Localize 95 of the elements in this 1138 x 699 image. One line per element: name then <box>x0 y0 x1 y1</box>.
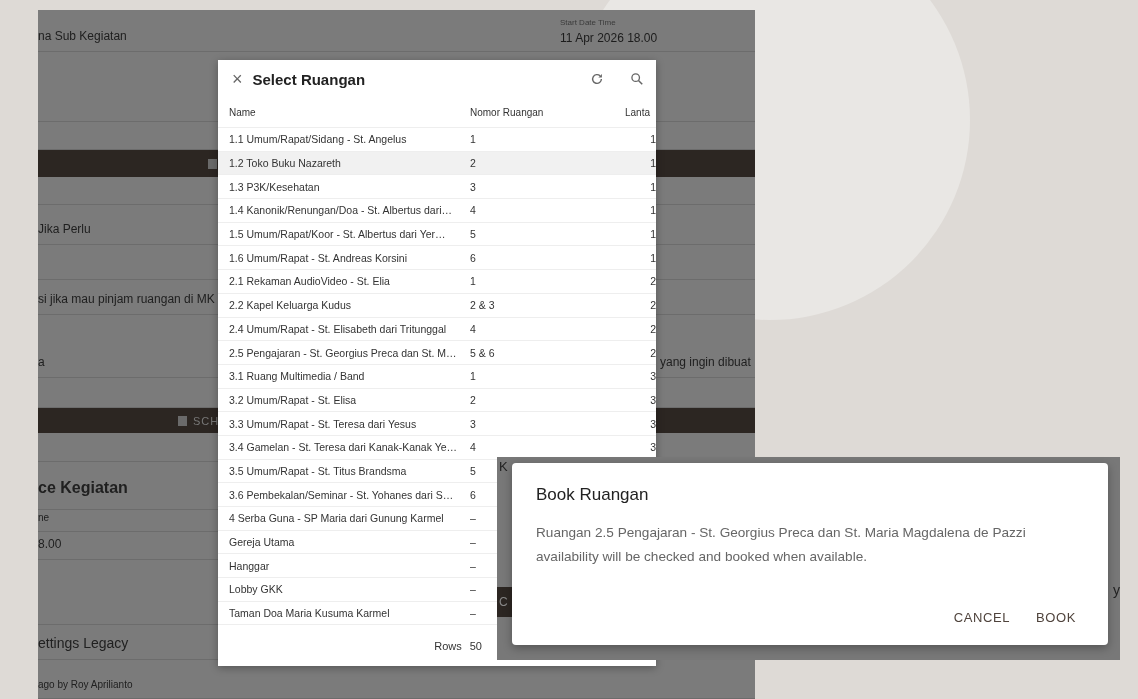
room-number: – <box>470 512 476 525</box>
field-text: Jika Perlu <box>38 222 91 236</box>
room-name: 2.5 Pengajaran - St. Georgius Preca dan St. M… <box>229 346 457 359</box>
room-number: 4 <box>470 322 476 335</box>
room-number: 5 <box>470 228 476 241</box>
table-row[interactable]: 1.2 Toko Buku Nazareth 2 1 <box>218 151 656 176</box>
room-number: – <box>470 536 476 549</box>
room-number: 2 & 3 <box>470 299 495 312</box>
rows-label: Rows <box>434 639 462 652</box>
room-number: 3 <box>470 180 476 193</box>
room-number: 1 <box>470 275 476 288</box>
table-row[interactable]: 2.4 Umum/Rapat - St. Elisabeth dari Tritunggal 4 2 <box>218 317 656 342</box>
room-name: 1.5 Umum/Rapat/Koor - St. Albertus dari Yer… <box>229 228 446 241</box>
table-row[interactable]: 1.3 P3K/Kesehatan 3 1 <box>218 175 656 200</box>
refresh-icon[interactable] <box>590 72 604 86</box>
floor-number: 3 <box>649 370 656 383</box>
room-number: 2 <box>470 393 476 406</box>
floor-number: 3 <box>649 441 656 454</box>
table-row[interactable]: 1.5 Umum/Rapat/Koor - St. Albertus dari Yer… 5 1 <box>218 222 656 247</box>
room-name: 1.2 Toko Buku Nazareth <box>229 157 341 170</box>
room-name: 4 Serba Guna - SP Maria dari Gunung Karmel <box>229 512 444 525</box>
room-name: 3.6 Pembekalan/Seminar - St. Yohanes dari S… <box>229 488 454 501</box>
column-header: Name <box>229 107 257 118</box>
floor-number: 1 <box>649 133 656 146</box>
field-text: K <box>499 459 508 474</box>
room-name: Lobby GKK <box>229 583 283 596</box>
field-text: ettings Legacy <box>38 635 129 651</box>
field-text: si jika mau pinjam ruangan di MK <box>38 292 215 306</box>
table-row[interactable]: 3.3 Umum/Rapat - St. Teresa dari Yesus 3 3 <box>218 412 656 436</box>
field-value: 11 Apr 2026 18.00 <box>560 31 658 45</box>
room-name: 3.2 Umum/Rapat - St. Elisa <box>229 393 357 406</box>
room-name: 1.3 P3K/Kesehatan <box>229 180 320 193</box>
action-bar-label: SCH <box>193 414 220 427</box>
room-number: 5 <box>470 464 476 477</box>
room-name: Hanggar <box>229 559 270 572</box>
room-name: 1.6 Umum/Rapat - St. Andreas Korsini <box>229 251 407 264</box>
floor-number: 2 <box>649 346 656 359</box>
room-number: – <box>470 559 476 572</box>
table-row[interactable]: 1.1 Umum/Rapat/Sidang - St. Angelus 1 1 <box>218 128 656 152</box>
floor-number: 2 <box>649 322 656 335</box>
room-number: 2 <box>470 157 476 170</box>
table-row[interactable]: 3.1 Ruang Multimedia / Band 1 3 <box>218 364 656 389</box>
room-name: 3.3 Umum/Rapat - St. Teresa dari Yesus <box>229 417 417 430</box>
floor-number: 1 <box>649 180 656 193</box>
table-row[interactable]: 2.2 Kapel Keluarga Kudus 2 & 3 2 <box>218 293 656 318</box>
floor-number: 1 <box>649 157 656 170</box>
room-number: 4 <box>470 441 476 454</box>
room-name: 3.1 Ruang Multimedia / Band <box>229 370 365 383</box>
floor-number: 1 <box>649 251 656 264</box>
dialog-button[interactable]: CANCEL <box>945 604 1019 631</box>
table-row[interactable]: 1.6 Umum/Rapat - St. Andreas Korsini 6 1 <box>218 246 656 271</box>
floor-number: 2 <box>649 275 656 288</box>
floor-number: 3 <box>649 393 656 406</box>
floor-number: 2 <box>649 299 656 312</box>
room-name: 2.4 Umum/Rapat - St. Elisabeth dari Tritunggal <box>229 322 447 335</box>
dialog-button[interactable]: BOOK <box>1028 604 1084 631</box>
dialog-title: Book Ruangan <box>536 485 650 505</box>
close-button[interactable]: × <box>232 70 243 88</box>
room-name: 1.4 Kanonik/Renungan/Doa - St. Albertus dari… <box>229 204 452 217</box>
field-text: ago by Roy Aprilianto <box>38 679 133 690</box>
field-text: na Sub Kegiatan <box>38 29 127 43</box>
room-name: 1.1 Umum/Rapat/Sidang - St. Angelus <box>229 133 407 146</box>
room-name: Gereja Utama <box>229 536 295 549</box>
room-number: 6 <box>470 251 476 264</box>
field-text: ce Kegiatan <box>38 479 128 498</box>
room-number: – <box>470 607 476 620</box>
room-number: 4 <box>470 204 476 217</box>
room-name: Taman Doa Maria Kusuma Karmel <box>229 607 390 620</box>
table-row[interactable]: 2.5 Pengajaran - St. Georgius Preca dan St. M… 5 & 6 2 <box>218 341 656 365</box>
field-text: ne <box>38 512 50 523</box>
floor-number: 3 <box>649 417 656 430</box>
room-number: 3 <box>470 417 476 430</box>
field-text: yang ingin dibuat <box>660 355 751 369</box>
room-number: 1 <box>470 370 476 383</box>
room-name: 3.4 Gamelan - St. Teresa dari Kanak-Kanak Ye… <box>229 441 458 454</box>
field-text: a <box>38 355 45 369</box>
table-row[interactable]: 1.4 Kanonik/Renungan/Doa - St. Albertus dari… 4 1 <box>218 199 656 223</box>
room-number: 1 <box>470 133 476 146</box>
room-number: 5 & 6 <box>470 346 495 359</box>
room-name: 2.1 Rekaman AudioVideo - St. Elia <box>229 275 390 288</box>
room-number: – <box>470 583 476 596</box>
room-name: 3.5 Umum/Rapat - St. Titus Brandsma <box>229 464 407 477</box>
search-icon[interactable] <box>630 72 644 86</box>
field-text: y <box>1113 582 1120 598</box>
room-number: 6 <box>470 488 476 501</box>
field-text: 8.00 <box>38 537 62 551</box>
column-header: Lanta <box>625 107 651 118</box>
table-row[interactable]: 2.1 Rekaman AudioVideo - St. Elia 1 2 <box>218 270 656 294</box>
floor-number: 1 <box>649 204 656 217</box>
table-row[interactable]: 3.2 Umum/Rapat - St. Elisa 2 3 <box>218 388 656 413</box>
column-header: Nomor Ruangan <box>470 107 545 118</box>
rows-select[interactable]: 50 <box>469 639 486 652</box>
room-name: 2.2 Kapel Keluarga Kudus <box>229 299 351 312</box>
dialog-title: Select Ruangan <box>252 70 366 88</box>
floor-number: 1 <box>649 228 656 241</box>
